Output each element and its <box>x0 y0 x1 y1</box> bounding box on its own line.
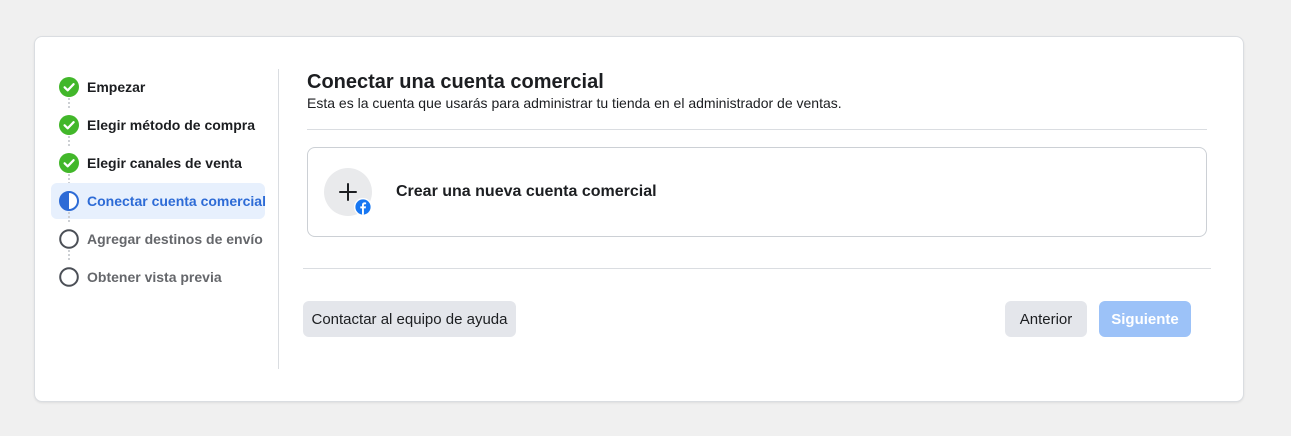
step-label: Empezar <box>87 79 146 95</box>
footer-divider <box>303 268 1211 269</box>
next-button[interactable]: Siguiente <box>1099 301 1191 337</box>
step-label: Agregar destinos de envío <box>87 231 263 247</box>
setup-card: Empezar Elegir método de compra Elegir c… <box>34 36 1244 402</box>
steps-sidebar: Empezar Elegir método de compra Elegir c… <box>51 69 266 297</box>
step-label: Elegir método de compra <box>87 117 256 133</box>
step-elegir-canales-de-venta[interactable]: Elegir canales de venta <box>51 145 265 185</box>
option-icon-circle <box>324 168 372 216</box>
empty-circle-icon <box>59 229 79 249</box>
step-conectar-cuenta-comercial[interactable]: Conectar cuenta comercial <box>51 183 266 223</box>
step-agregar-destinos-de-envio[interactable]: Agregar destinos de envío <box>51 221 265 261</box>
option-label: Crear una nueva cuenta comercial <box>396 183 657 200</box>
step-obtener-vista-previa[interactable]: Obtener vista previa <box>51 259 265 295</box>
sidebar-divider <box>278 69 279 369</box>
step-label: Obtener vista previa <box>87 269 222 285</box>
check-circle-icon <box>59 115 79 135</box>
check-circle-icon <box>59 77 79 97</box>
step-label: Elegir canales de venta <box>87 155 242 171</box>
half-circle-icon <box>59 191 79 211</box>
header-divider <box>307 129 1207 130</box>
page-title: Conectar una cuenta comercial <box>307 71 604 93</box>
facebook-icon <box>354 198 372 216</box>
empty-circle-icon <box>59 267 79 287</box>
create-business-account-option[interactable]: Crear una nueva cuenta comercial <box>307 147 1207 237</box>
contact-support-button[interactable]: Contactar al equipo de ayuda <box>303 301 516 337</box>
step-elegir-metodo-de-compra[interactable]: Elegir método de compra <box>51 107 265 147</box>
previous-button[interactable]: Anterior <box>1005 301 1087 337</box>
step-empezar[interactable]: Empezar <box>51 69 265 109</box>
check-circle-icon <box>59 153 79 173</box>
step-label: Conectar cuenta comercial <box>87 193 266 209</box>
page-subtitle: Esta es la cuenta que usarás para admini… <box>307 95 842 111</box>
